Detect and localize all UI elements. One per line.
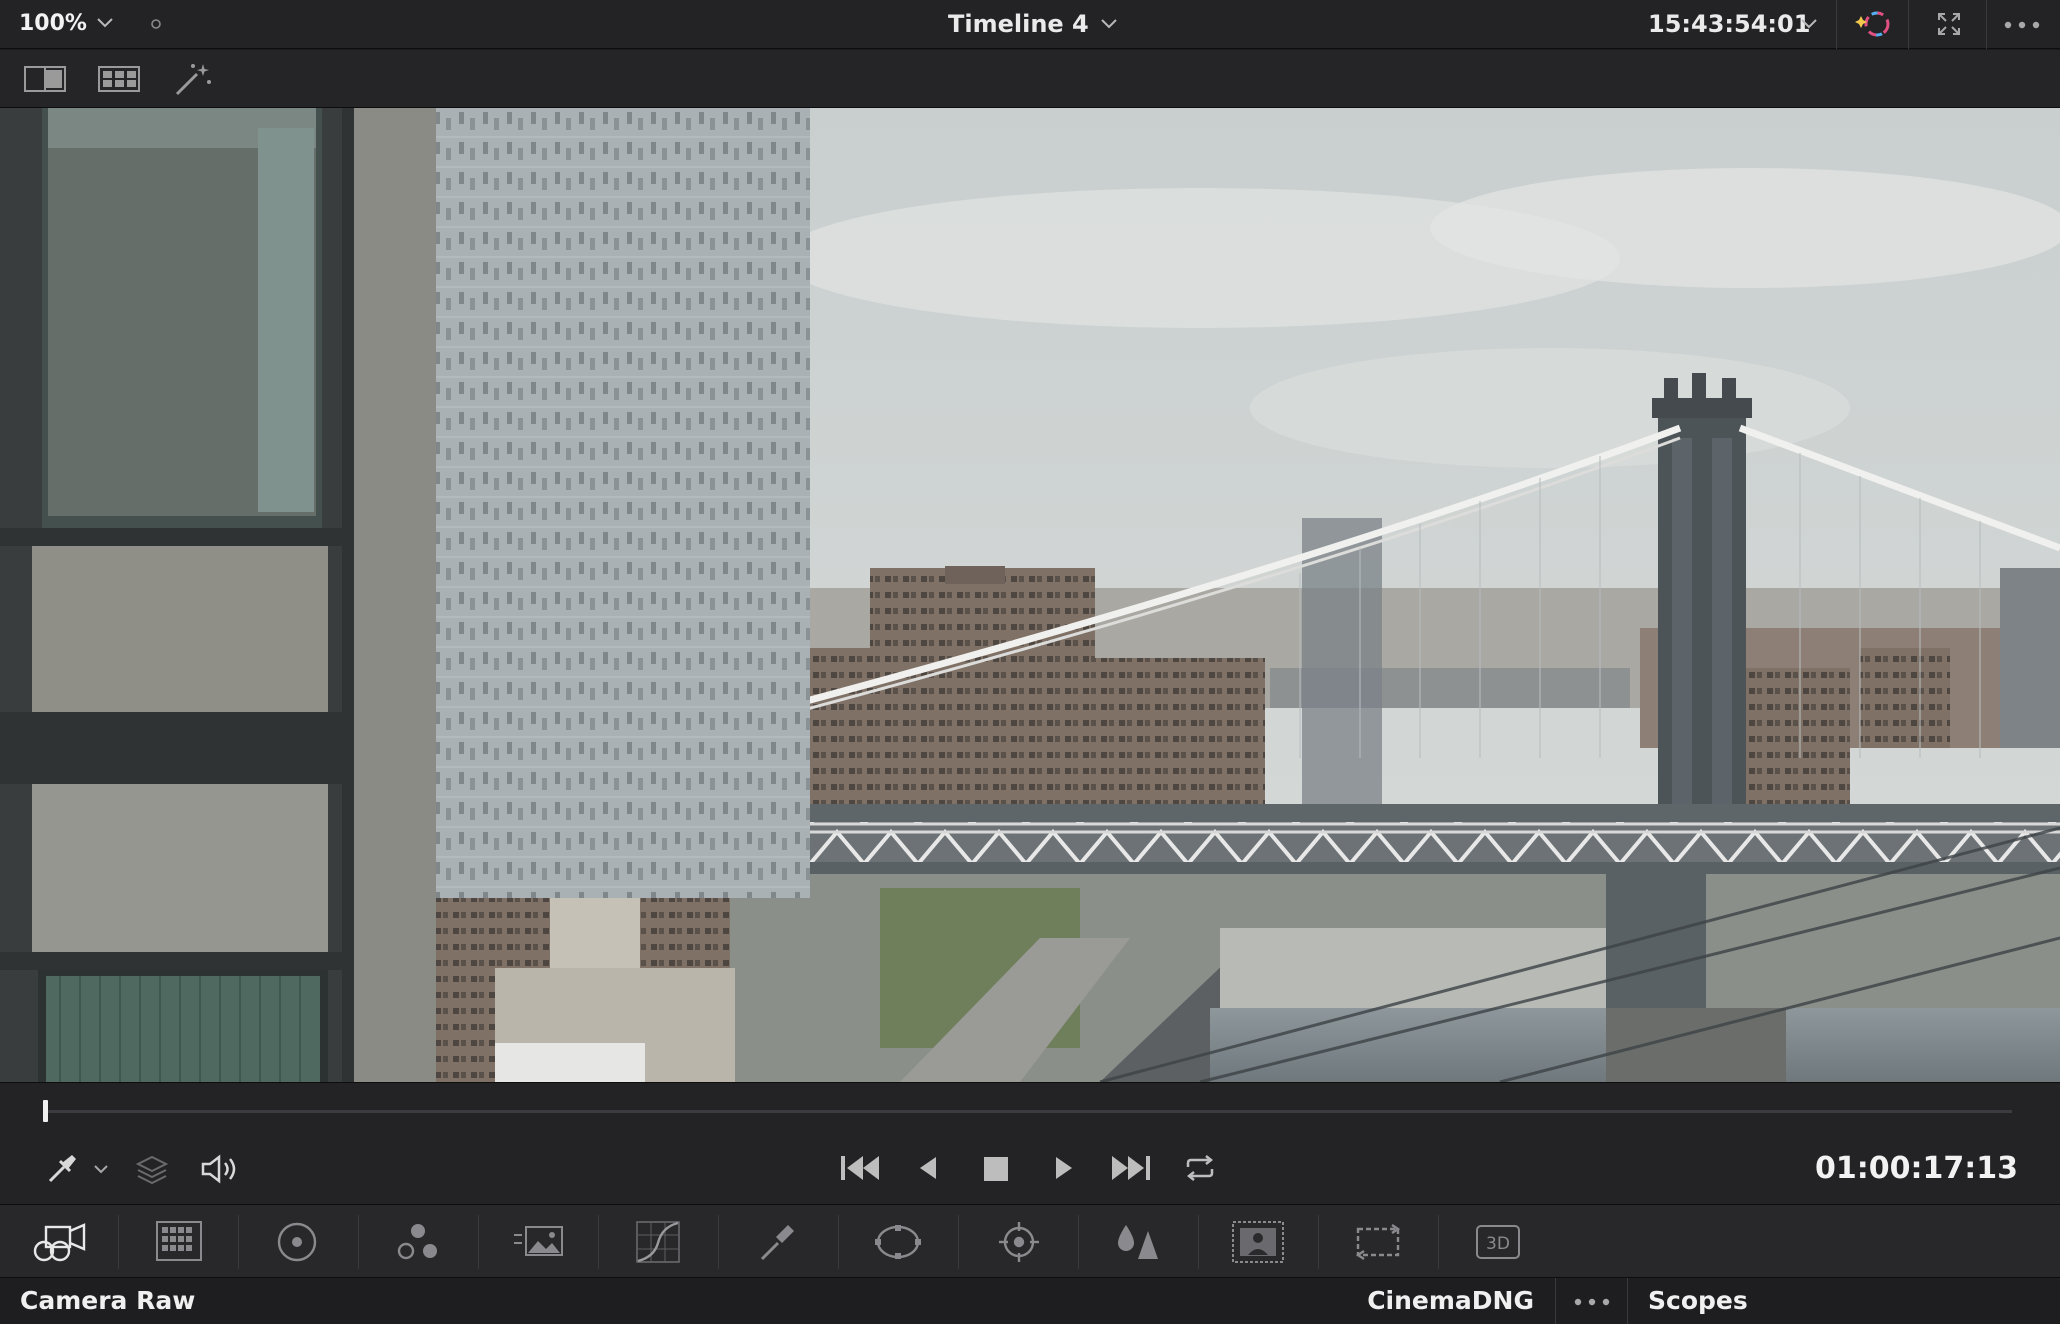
fullscreen-icon[interactable] [1936, 11, 1962, 37]
go-to-last-frame-icon[interactable] [1110, 1153, 1152, 1183]
panel-title: Camera Raw [20, 1286, 196, 1315]
blur-icon[interactable] [1114, 1221, 1160, 1263]
magic-wand-icon[interactable] [173, 60, 213, 98]
stereo-3d-label: 3D [1486, 1234, 1510, 1254]
viewer-toolbar [0, 50, 2060, 108]
step-back-icon[interactable] [916, 1155, 940, 1181]
picker-chevron-down-icon[interactable] [93, 1163, 109, 1175]
rgb-mixer-icon[interactable] [396, 1221, 442, 1263]
decode-format[interactable]: CinemaDNG [1367, 1286, 1534, 1315]
qualifier-icon[interactable] [758, 1221, 798, 1263]
viewer-canvas[interactable] [0, 108, 2060, 1082]
color-match-icon[interactable] [156, 1221, 202, 1261]
status-dot-icon [150, 18, 162, 30]
key-icon[interactable] [1232, 1221, 1284, 1263]
play-icon[interactable] [1052, 1155, 1076, 1181]
loop-icon[interactable] [1182, 1153, 1218, 1183]
viewer-header: 100% Timeline 4 15:43:54:01 [0, 0, 2060, 49]
go-to-first-frame-icon[interactable] [839, 1153, 881, 1183]
timecode-chevron-down-icon[interactable] [1800, 17, 1818, 31]
stereo-3d-icon[interactable]: 3D [1476, 1225, 1520, 1259]
more-options-icon[interactable] [2003, 20, 2041, 30]
gallery-grid-icon[interactable] [98, 66, 140, 92]
power-window-icon[interactable] [874, 1223, 922, 1261]
motion-effects-icon[interactable] [512, 1223, 564, 1259]
split-screen-icon[interactable] [24, 66, 66, 92]
scrubber-track[interactable] [46, 1110, 2012, 1113]
transport-controls: 01:00:17:13 [0, 1082, 2060, 1204]
layers-icon [134, 1153, 170, 1185]
viewer-frame-image [0, 108, 2060, 1082]
timeline-chevron-down-icon[interactable] [1100, 17, 1118, 31]
zoom-chevron-down-icon[interactable] [96, 16, 114, 30]
zoom-level[interactable]: 100% [19, 11, 87, 36]
panel-status-bar: Camera Raw CinemaDNG Scopes [0, 1278, 2060, 1324]
camera-raw-icon[interactable] [30, 1219, 88, 1265]
tracker-icon[interactable] [998, 1221, 1040, 1263]
sizing-icon[interactable] [1352, 1221, 1404, 1263]
speaker-icon[interactable] [199, 1153, 239, 1185]
color-wheel-magic-icon[interactable] [1853, 6, 1893, 42]
scopes-title[interactable]: Scopes [1648, 1286, 1748, 1315]
palette-toolbar: 3D [0, 1204, 2060, 1278]
record-timecode[interactable]: 01:00:17:13 [1815, 1151, 2018, 1186]
picker-icon[interactable] [46, 1151, 80, 1185]
primaries-wheels-icon[interactable] [276, 1221, 318, 1263]
source-timecode[interactable]: 15:43:54:01 [1648, 10, 1810, 38]
panel-options-icon[interactable] [1573, 1297, 1611, 1307]
timeline-title[interactable]: Timeline 4 [948, 10, 1089, 38]
stop-icon[interactable] [983, 1156, 1009, 1182]
scrubber-playhead[interactable] [43, 1100, 48, 1122]
curves-icon[interactable] [636, 1221, 680, 1263]
